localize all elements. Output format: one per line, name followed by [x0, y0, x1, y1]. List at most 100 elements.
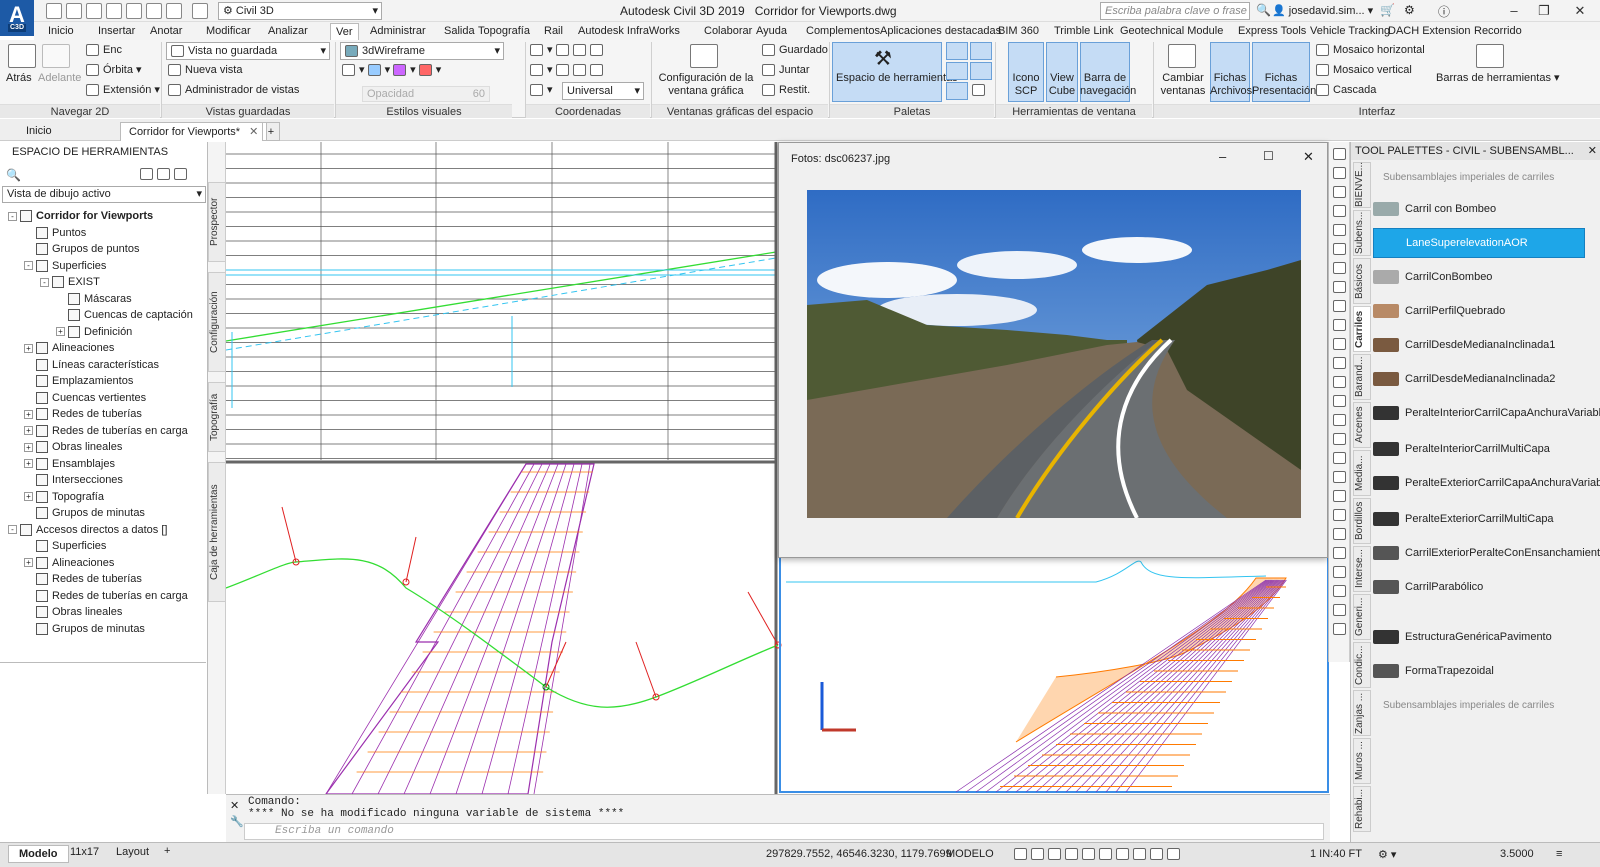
ribbon-tab-11[interactable]: Colaborar	[702, 23, 754, 40]
side-tab-2[interactable]: Topografía	[208, 382, 226, 452]
palette-btn-1[interactable]	[946, 42, 968, 60]
layout-tab-layout[interactable]: Layout	[116, 846, 149, 858]
nav-tool-icon[interactable]	[1333, 224, 1346, 236]
nav-tool-icon[interactable]	[1333, 281, 1346, 293]
tree-item[interactable]: Puntos	[0, 225, 206, 242]
tree-item[interactable]: Intersecciones	[0, 472, 206, 489]
collapse-icon[interactable]: -	[40, 277, 49, 287]
side-tab-1[interactable]: Configuración	[208, 272, 226, 372]
open-icon[interactable]	[66, 3, 82, 19]
palette-tab-7[interactable]: Bordillos	[1353, 498, 1371, 544]
tree-item[interactable]: Cuencas vertientes	[0, 390, 206, 407]
tree-item[interactable]: Emplazamientos	[0, 373, 206, 390]
save-icon[interactable]	[86, 3, 102, 19]
photo-window[interactable]: Fotos: dsc06237.jpg – ☐ ✕	[778, 142, 1328, 558]
search-icon[interactable]: 🔍	[6, 168, 21, 182]
minimize-icon[interactable]: –	[1219, 149, 1226, 164]
switch-windows-button[interactable]: Cambiar ventanas	[1158, 72, 1208, 98]
nav-tool-icon[interactable]	[1333, 547, 1346, 559]
palette-tab-6[interactable]: Media...	[1353, 450, 1371, 496]
minimize-button[interactable]: –	[1500, 2, 1528, 20]
new-view-button[interactable]: Nueva vista	[168, 64, 242, 77]
named-viewports-button[interactable]: Guardado	[762, 44, 828, 57]
palette-item[interactable]: Carril con Bombeo	[1373, 194, 1585, 224]
expand-icon[interactable]: +	[24, 558, 33, 568]
toolbars-icon[interactable]	[1476, 44, 1504, 68]
ucs-tools-3[interactable]: ▾	[530, 84, 553, 97]
tree-item[interactable]: + Alineaciones	[0, 555, 206, 572]
search-icon[interactable]: 🔍	[1256, 3, 1271, 17]
tree-item[interactable]: - EXIST	[0, 274, 206, 291]
tree-item[interactable]: + Redes de tuberías	[0, 406, 206, 423]
nav-tool-icon[interactable]	[1333, 490, 1346, 502]
pan-button[interactable]: Enc	[86, 44, 122, 57]
palette-btn-5[interactable]	[946, 82, 968, 100]
tile-h-button[interactable]: Mosaico horizontal	[1316, 44, 1425, 57]
restore-button[interactable]: ❐	[1530, 2, 1558, 20]
cascade-button[interactable]: Cascada	[1316, 84, 1376, 97]
palette-btn-2[interactable]	[970, 42, 992, 60]
close-icon[interactable]: ✕	[249, 126, 258, 138]
tree-item[interactable]: + Redes de tuberías en carga	[0, 423, 206, 440]
nav-tool-icon[interactable]	[1333, 604, 1346, 616]
palette-item[interactable]: CarrilPerfilQuebrado	[1373, 296, 1585, 326]
coordinates-dropdown[interactable]: Universal ▾	[562, 82, 644, 100]
ribbon-tab-14[interactable]: Aplicaciones destacadas	[878, 23, 1003, 40]
viewport-config-icon[interactable]	[690, 44, 718, 68]
side-tab-0[interactable]: Prospector	[208, 182, 226, 262]
tile-v-button[interactable]: Mosaico vertical	[1316, 64, 1412, 77]
palette-item[interactable]: CarrilExteriorPeralteConEnsanchamiento	[1373, 538, 1600, 568]
tree-item[interactable]: Redes de tuberías	[0, 571, 206, 588]
layout-tab-11x17[interactable]: 11x17	[70, 846, 99, 858]
palette-toolbar[interactable]	[140, 168, 191, 181]
close-icon[interactable]: ✕	[1588, 142, 1597, 160]
tree-item[interactable]: Redes de tuberías en carga	[0, 588, 206, 605]
doc-tab-corridor[interactable]: Corridor for Viewports* ✕	[120, 122, 268, 141]
nav-tool-icon[interactable]	[1333, 452, 1346, 464]
nav-tool-icon[interactable]	[1333, 300, 1346, 312]
side-tab-3[interactable]: Caja de herramientas	[208, 462, 226, 602]
expand-icon[interactable]: +	[24, 426, 33, 436]
palette-btn-4[interactable]	[970, 62, 992, 80]
user-menu[interactable]: 👤 josedavid.sim... ▾	[1272, 4, 1373, 17]
nav-tool-icon[interactable]	[1333, 167, 1346, 179]
maximize-icon[interactable]: ☐	[1263, 149, 1274, 163]
palette-item[interactable]: PeralteInteriorCarrilMultiCapa	[1373, 434, 1585, 464]
nav-tool-icon[interactable]	[1333, 414, 1346, 426]
model-space-toggle[interactable]: MODELO	[946, 848, 994, 860]
nav-tool-icon[interactable]	[1333, 338, 1346, 350]
expand-icon[interactable]: +	[24, 492, 33, 502]
tree-item[interactable]: + Definición	[0, 324, 206, 341]
palette-item[interactable]: CarrilParabólico	[1373, 572, 1585, 602]
status-toggles[interactable]	[1014, 848, 1184, 861]
annotation-scale[interactable]: 1 IN:40 FT	[1310, 848, 1362, 860]
nav-tool-icon[interactable]	[1333, 148, 1346, 160]
ribbon-tab-17[interactable]: Geotechnical Module	[1118, 23, 1225, 40]
ribbon-tab-13[interactable]: Complementos	[804, 23, 882, 40]
ribbon-tab-20[interactable]: DACH Extension	[1386, 23, 1473, 40]
nav-tool-icon[interactable]	[1333, 205, 1346, 217]
expand-icon[interactable]: +	[24, 409, 33, 419]
customize-icon[interactable]: ≡	[1556, 848, 1562, 860]
collapse-icon[interactable]: -	[24, 261, 33, 271]
nav-tool-icon[interactable]	[1333, 395, 1346, 407]
nav-tool-icon[interactable]	[1333, 471, 1346, 483]
ribbon-tab-12[interactable]: Ayuda	[754, 23, 789, 40]
palette-tab-5[interactable]: Arcenes	[1353, 402, 1371, 448]
ribbon-tab-18[interactable]: Express Tools	[1236, 23, 1308, 40]
nav-tool-icon[interactable]	[1333, 243, 1346, 255]
join-button[interactable]: Juntar	[762, 64, 810, 77]
tree-item[interactable]: + Alineaciones	[0, 340, 206, 357]
web-icon[interactable]	[126, 3, 142, 19]
layout-tab-model[interactable]: Modelo	[8, 845, 69, 863]
opacity-slider[interactable]: Opacidad 60	[362, 86, 490, 102]
ribbon-tab-21[interactable]: Recorrido	[1472, 23, 1524, 40]
toolbars-button[interactable]: Barras de herramientas ▾	[1436, 72, 1560, 85]
redo-icon[interactable]	[192, 3, 208, 19]
cart-icon[interactable]: 🛒	[1380, 3, 1395, 17]
ribbon-tab-3[interactable]: Modificar	[204, 23, 253, 40]
nav-tool-icon[interactable]	[1333, 566, 1346, 578]
ribbon-tab-9[interactable]: Rail	[542, 23, 565, 40]
back-button[interactable]: Atrás	[6, 72, 32, 85]
collapse-icon[interactable]: -	[8, 525, 17, 535]
